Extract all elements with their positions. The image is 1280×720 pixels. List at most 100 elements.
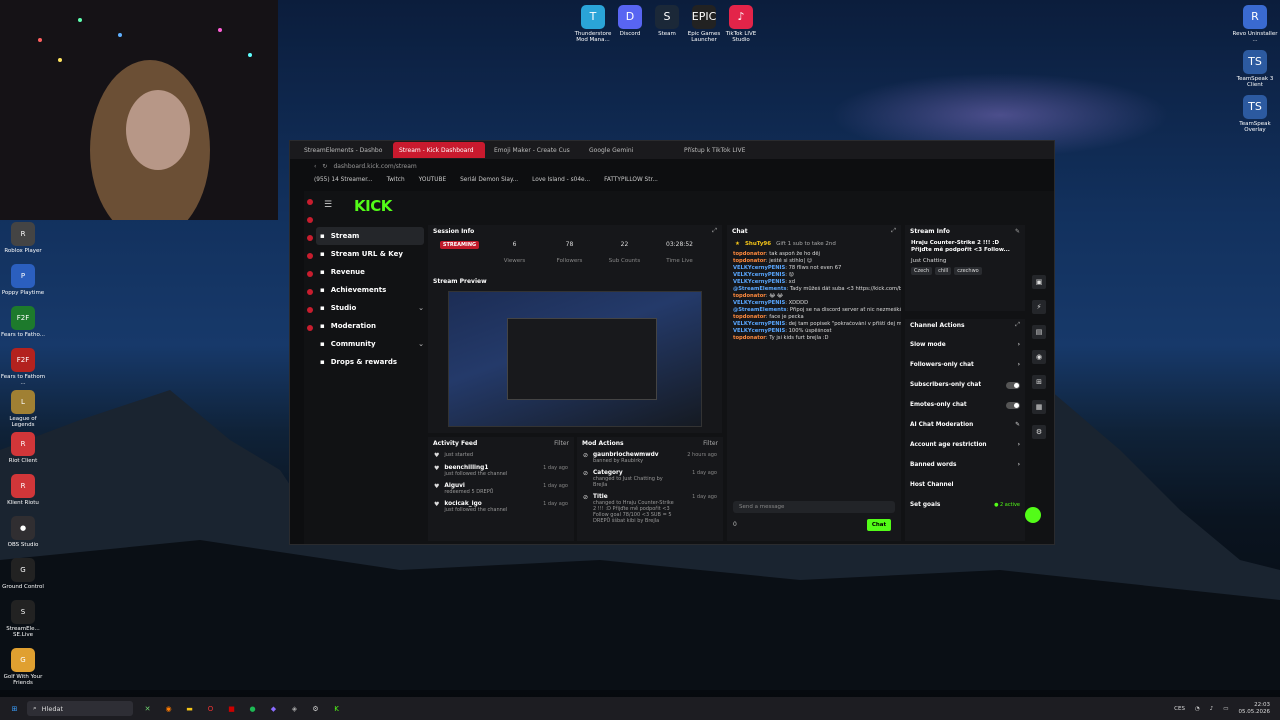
channel-action-row[interactable]: Set goals ● 2 active: [905, 495, 1025, 515]
kick-icon[interactable]: K: [330, 702, 343, 715]
bookmark-item[interactable]: YOUTUBE: [419, 177, 446, 183]
chat-username[interactable]: @StreamElements: [733, 307, 786, 313]
chevron-down-icon[interactable]: ⌄: [418, 304, 424, 312]
stream-tag[interactable]: Czech: [911, 267, 933, 275]
chevron-down-icon[interactable]: ⌄: [418, 340, 424, 348]
edit-icon[interactable]: ✎: [1015, 228, 1020, 235]
stream-tag[interactable]: czechwo: [954, 267, 982, 275]
channel-action-row[interactable]: Followers-only chat ›: [905, 355, 1025, 375]
chat-username[interactable]: topdonator: [733, 251, 766, 257]
reload-icon[interactable]: ↻: [322, 163, 327, 170]
desktop-icon[interactable]: ● OBS Studio: [0, 516, 46, 548]
chat-input[interactable]: Send a message: [733, 501, 895, 513]
chat-send-button[interactable]: Chat: [867, 519, 891, 531]
nav-item[interactable]: ▪ Community ⌄: [316, 335, 424, 353]
rail-icon[interactable]: ▦: [1032, 400, 1046, 414]
nav-item[interactable]: ▪ Stream: [316, 227, 424, 245]
chevron-right-icon[interactable]: ›: [1018, 442, 1020, 448]
browser-tab[interactable]: Stream - Kick Dashboard: [393, 142, 485, 158]
chevron-right-icon[interactable]: ›: [1018, 462, 1020, 468]
kick-logo[interactable]: KICK: [354, 197, 392, 215]
chat-username[interactable]: topdonator: [733, 335, 766, 341]
bookmark-item[interactable]: Twitch: [387, 177, 405, 183]
browser-tab[interactable]: Přístup k TikTok LIVE: [678, 142, 770, 158]
filter-button[interactable]: Filter: [703, 440, 718, 447]
volume-icon[interactable]: ♪: [1210, 706, 1214, 712]
stream-tag[interactable]: chill: [935, 267, 952, 275]
chat-username[interactable]: VELKYcernyPENIS: [733, 279, 785, 285]
chevron-right-icon[interactable]: ›: [1018, 362, 1020, 368]
nav-item[interactable]: ▪ Studio ⌄: [316, 299, 424, 317]
taskbar-search[interactable]: ⌕ Hledat: [27, 701, 133, 716]
bookmark-item[interactable]: (955) 14 Streamer...: [314, 177, 373, 183]
gear-icon[interactable]: ⚙: [309, 702, 322, 715]
feed-item[interactable]: ♥ Aiguvi redeemed 5 DREPŮ 1 day ago: [428, 480, 574, 498]
feed-item[interactable]: ⊘ gaunbriochewmwdv banned by Raubirky 2 hou…: [577, 449, 723, 467]
chat-username[interactable]: topdonator: [733, 258, 766, 264]
url-text[interactable]: dashboard.kick.com/stream: [333, 163, 416, 170]
chat-username[interactable]: VELKYcernyPENIS: [733, 321, 785, 327]
battery-icon[interactable]: ▭: [1223, 706, 1228, 712]
channel-action-row[interactable]: Account age restriction ›: [905, 435, 1025, 455]
expand-icon[interactable]: ⤢: [712, 227, 717, 235]
steam-icon[interactable]: ◈: [288, 702, 301, 715]
popout-icon[interactable]: ⤢: [891, 227, 896, 235]
address-bar[interactable]: ‹ ↻ dashboard.kick.com/stream: [290, 159, 1054, 173]
nav-item[interactable]: ▪ Moderation: [316, 317, 424, 335]
chat-username[interactable]: @StreamElements: [733, 286, 786, 292]
desktop-icon[interactable]: L League of Legends: [0, 390, 46, 428]
feed-item[interactable]: ⊘ Title changed to Hraju Counter-Strike 2 …: [577, 491, 723, 527]
fab-button[interactable]: [1025, 507, 1041, 523]
discord-icon[interactable]: ◆: [267, 702, 280, 715]
channel-action-row[interactable]: Banned words ›: [905, 455, 1025, 475]
filter-button[interactable]: Filter: [554, 440, 569, 447]
browser-tab[interactable]: Google Gemini: [583, 142, 675, 158]
desktop-icon[interactable]: F2F Fears to Fathom ...: [0, 348, 46, 386]
folder-icon[interactable]: ▬: [183, 702, 196, 715]
desktop-icon[interactable]: G Ground Control: [0, 558, 46, 590]
browser-tab[interactable]: Emoji Maker - Create Cus: [488, 142, 580, 158]
desktop-icon[interactable]: TS TeamSpeak Overlay: [1232, 95, 1278, 133]
chat-username[interactable]: VELKYcernyPENIS: [733, 265, 785, 271]
menu-icon[interactable]: ☰: [324, 200, 332, 210]
toggle-switch[interactable]: [1006, 401, 1020, 409]
rail-icon[interactable]: ▣: [1032, 275, 1046, 289]
desktop-icon[interactable]: R Klient Riotu: [0, 474, 46, 506]
channel-action-row[interactable]: AI Chat Moderation ✎: [905, 415, 1025, 435]
rail-icon[interactable]: ◉: [1032, 350, 1046, 364]
desktop-icon[interactable]: R Revo Uninstaller ...: [1232, 5, 1278, 43]
desktop-icon[interactable]: TS TeamSpeak 3 Client: [1232, 50, 1278, 88]
popout-icon[interactable]: ⤢: [1015, 321, 1020, 329]
lang-indicator[interactable]: CES: [1174, 706, 1185, 712]
chat-username[interactable]: VELKYcernyPENIS: [733, 272, 785, 278]
desktop-icon[interactable]: G Golf With Your Friends: [0, 648, 46, 686]
back-icon[interactable]: ‹: [314, 163, 316, 170]
channel-action-row[interactable]: Emotes-only chat: [905, 395, 1025, 415]
chat-username[interactable]: topdonator: [733, 314, 766, 320]
channel-action-row[interactable]: Host Channel: [905, 475, 1025, 495]
stream-preview[interactable]: [448, 291, 702, 427]
nav-item[interactable]: ▪ Revenue: [316, 263, 424, 281]
rail-icon[interactable]: ▤: [1032, 325, 1046, 339]
rail-icon[interactable]: ⊞: [1032, 375, 1046, 389]
rail-icon[interactable]: ⚡: [1032, 300, 1046, 314]
browser-tab[interactable]: StreamElements - Dashbo: [298, 142, 390, 158]
feed-item[interactable]: ♥ kocicak_igo just followed the channel 1 d…: [428, 498, 574, 516]
bookmark-item[interactable]: FATTYPILLOW Str...: [604, 177, 658, 183]
feed-item[interactable]: ⊘ Category changed to Just Chatting by Bre…: [577, 467, 723, 491]
edit-icon[interactable]: ✎: [1015, 422, 1020, 428]
channel-action-row[interactable]: Subscribers-only chat: [905, 375, 1025, 395]
bookmark-item[interactable]: Love Island - s04e...: [532, 177, 590, 183]
bookmark-item[interactable]: Seriál Demon Slay...: [460, 177, 518, 183]
desktop-icon[interactable]: R Riot Client: [0, 432, 46, 464]
nav-item[interactable]: ▪ Drops & rewards: [316, 353, 424, 371]
toggle-switch[interactable]: [1006, 381, 1020, 389]
desktop-icon[interactable]: ♪ TikTok LIVE Studio: [718, 5, 764, 43]
app-icon[interactable]: ■: [225, 702, 238, 715]
opera-icon[interactable]: O: [204, 702, 217, 715]
channel-action-row[interactable]: Slow mode ›: [905, 335, 1025, 355]
feed-item[interactable]: ♥ just started: [428, 449, 574, 462]
feed-item[interactable]: ♥ beenchilling1 just followed the channel 1…: [428, 462, 574, 480]
chrome-icon[interactable]: ◉: [162, 702, 175, 715]
chevron-right-icon[interactable]: ›: [1018, 342, 1020, 348]
